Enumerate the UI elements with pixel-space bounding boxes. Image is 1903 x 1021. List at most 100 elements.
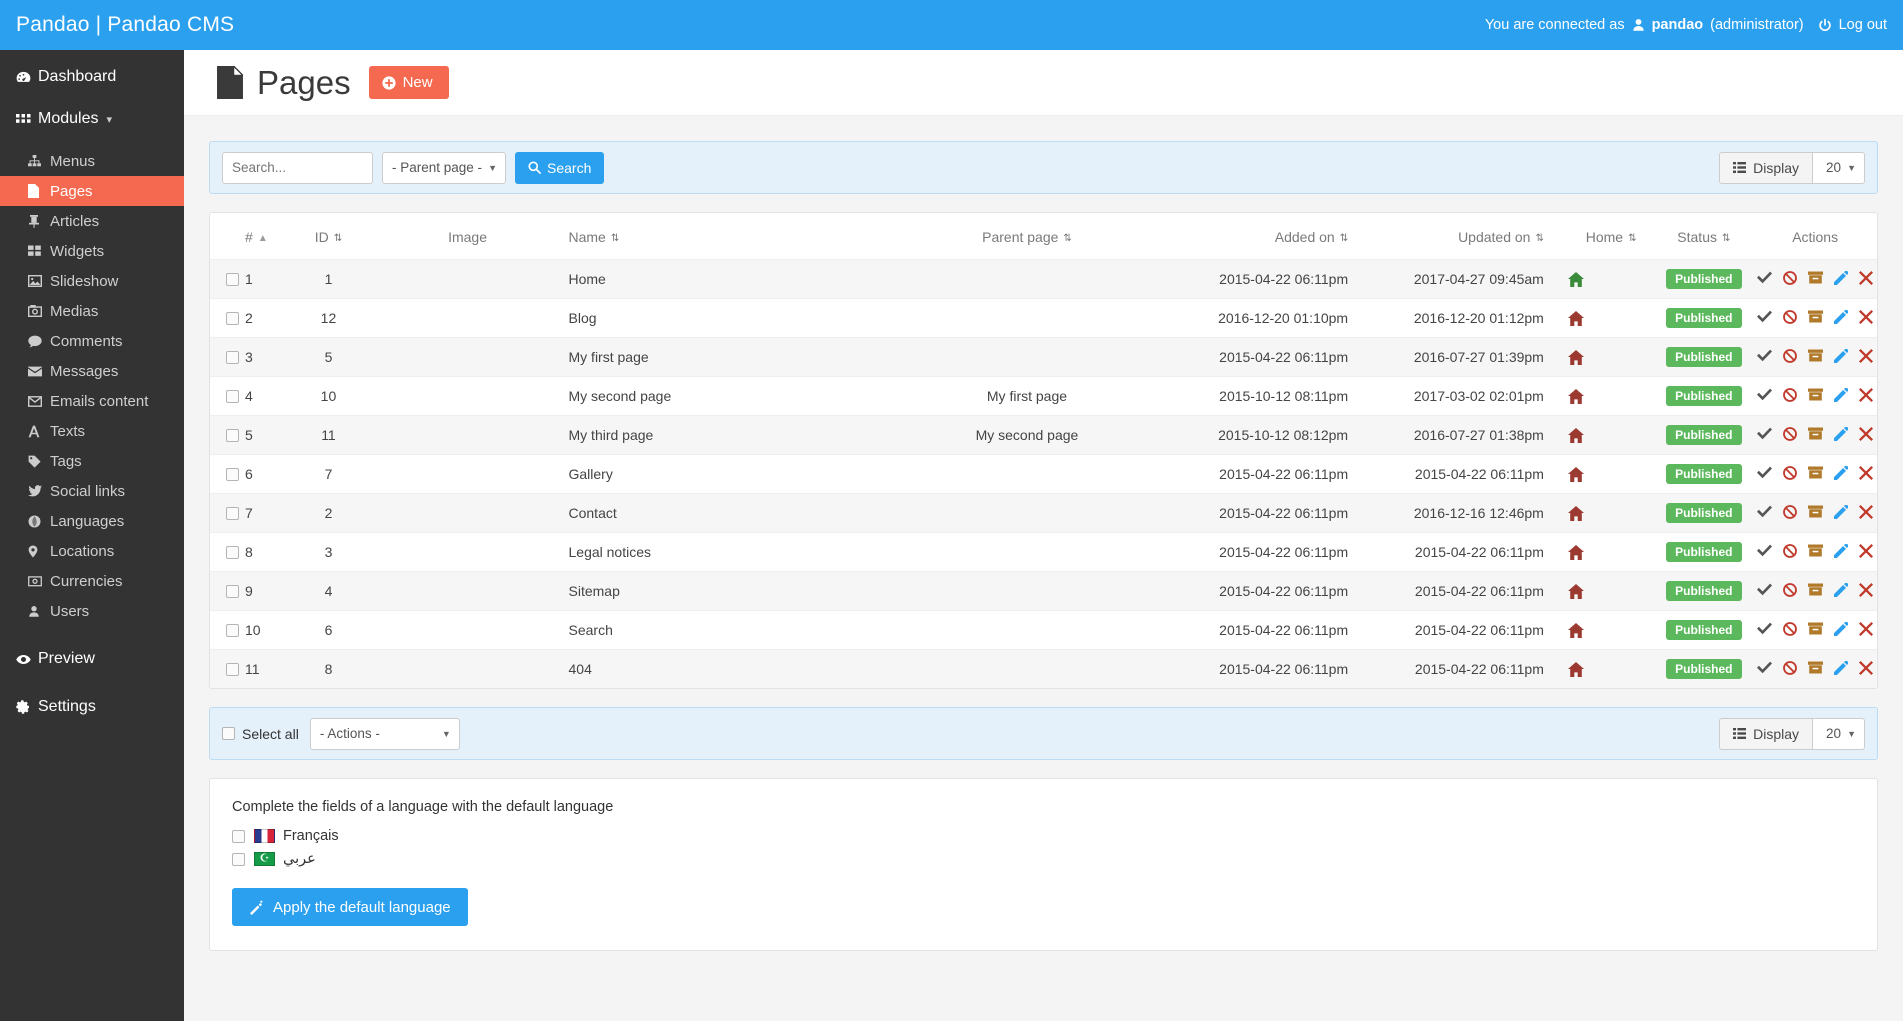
col-home[interactable]: Home ⇅ xyxy=(1568,213,1655,260)
row-home-cell[interactable] xyxy=(1567,649,1655,688)
row-checkbox[interactable] xyxy=(226,351,240,364)
pencil-icon[interactable] xyxy=(1834,621,1849,636)
pencil-icon[interactable] xyxy=(1834,348,1849,363)
row-name[interactable]: Gallery xyxy=(568,454,878,494)
ban-icon[interactable] xyxy=(1783,387,1798,402)
col-number[interactable]: # ▲ xyxy=(245,213,290,260)
table-row[interactable]: 7 2 Contact 2015-04-22 06:11pm 2016-12-16 12… xyxy=(210,493,1877,533)
row-checkbox[interactable] xyxy=(226,507,240,520)
delete-icon[interactable] xyxy=(1859,621,1874,636)
row-checkbox-cell[interactable] xyxy=(210,571,246,611)
sidebar-item-emails-content[interactable]: Emails content xyxy=(0,386,184,416)
home-icon[interactable] xyxy=(1567,466,1655,482)
check-icon[interactable] xyxy=(1757,349,1773,362)
search-button[interactable]: Search xyxy=(515,151,605,184)
table-row[interactable]: 8 3 Legal notices 2015-04-22 06:11pm 2015-04… xyxy=(210,532,1877,572)
delete-icon[interactable] xyxy=(1859,543,1874,558)
row-checkbox-cell[interactable] xyxy=(210,649,246,688)
home-icon[interactable] xyxy=(1567,661,1655,677)
sidebar-item-preview[interactable]: Preview xyxy=(0,644,184,674)
col-id[interactable]: ID ⇅ xyxy=(290,213,366,260)
pencil-icon[interactable] xyxy=(1834,543,1849,558)
parent-page-select[interactable]: - Parent page - ▼ xyxy=(382,151,506,184)
archive-icon[interactable] xyxy=(1808,310,1824,323)
ban-icon[interactable] xyxy=(1783,543,1798,558)
row-checkbox-cell[interactable] xyxy=(210,493,246,533)
pencil-icon[interactable] xyxy=(1834,582,1849,597)
ban-icon[interactable] xyxy=(1783,465,1798,480)
display-count-select[interactable]: 20 ▼ xyxy=(1812,151,1865,184)
home-icon[interactable] xyxy=(1567,388,1655,404)
table-row[interactable]: 2 12 Blog 2016-12-20 01:10pm 2016-12-20 01:1… xyxy=(210,298,1877,338)
ban-icon[interactable] xyxy=(1783,426,1798,441)
ban-icon[interactable] xyxy=(1783,504,1798,519)
delete-icon[interactable] xyxy=(1859,309,1874,324)
pencil-icon[interactable] xyxy=(1834,504,1849,519)
sidebar-item-widgets[interactable]: Widgets xyxy=(0,236,184,266)
col-parent-page[interactable]: Parent page ⇅ xyxy=(878,213,1177,260)
sidebar-item-tags[interactable]: Tags xyxy=(0,446,184,476)
language-checkbox[interactable] xyxy=(232,829,245,843)
ban-icon[interactable] xyxy=(1783,270,1798,285)
row-home-cell[interactable] xyxy=(1567,298,1655,338)
archive-icon[interactable] xyxy=(1808,427,1824,440)
check-icon[interactable] xyxy=(1757,661,1773,674)
sidebar-item-pages[interactable]: Pages xyxy=(0,176,184,206)
archive-icon[interactable] xyxy=(1808,661,1824,674)
sidebar-item-modules[interactable]: Modules ▾ xyxy=(0,104,184,134)
row-name[interactable]: Legal notices xyxy=(568,532,878,572)
check-icon[interactable] xyxy=(1757,622,1773,635)
sidebar-item-articles[interactable]: Articles xyxy=(0,206,184,236)
pencil-icon[interactable] xyxy=(1834,387,1849,402)
home-icon-active[interactable] xyxy=(1567,271,1655,287)
sidebar-item-medias[interactable]: Medias xyxy=(0,296,184,326)
username[interactable]: pandao xyxy=(1652,17,1704,33)
archive-icon[interactable] xyxy=(1808,583,1824,596)
archive-icon[interactable] xyxy=(1808,349,1824,362)
row-name[interactable]: Contact xyxy=(568,493,878,533)
row-home-cell[interactable] xyxy=(1567,532,1655,572)
check-icon[interactable] xyxy=(1757,505,1773,518)
sidebar-item-languages[interactable]: Languages xyxy=(0,506,184,536)
check-icon[interactable] xyxy=(1757,271,1773,284)
row-home-cell[interactable] xyxy=(1567,415,1655,455)
check-icon[interactable] xyxy=(1757,310,1773,323)
row-name[interactable]: My first page xyxy=(568,337,878,377)
col-status[interactable]: Status ⇅ xyxy=(1654,213,1753,260)
row-home-cell[interactable] xyxy=(1567,454,1655,494)
actions-select[interactable]: - Actions - ▼ xyxy=(309,717,460,750)
row-checkbox[interactable] xyxy=(226,390,240,403)
row-checkbox[interactable] xyxy=(226,468,240,481)
apply-default-language-button[interactable]: Apply the default language xyxy=(232,888,468,926)
row-checkbox[interactable] xyxy=(226,546,240,559)
language-checkbox[interactable] xyxy=(232,852,245,866)
row-checkbox[interactable] xyxy=(226,585,240,598)
display-button[interactable]: Display xyxy=(1719,151,1812,184)
row-name[interactable]: Sitemap xyxy=(568,571,878,611)
home-icon[interactable] xyxy=(1567,349,1655,365)
row-name[interactable]: Blog xyxy=(568,298,878,338)
display-button[interactable]: Display xyxy=(1719,717,1812,750)
ban-icon[interactable] xyxy=(1783,582,1798,597)
logout-link[interactable]: Log out xyxy=(1839,17,1887,33)
row-home-cell[interactable] xyxy=(1567,610,1655,650)
archive-icon[interactable] xyxy=(1808,388,1824,401)
row-checkbox[interactable] xyxy=(226,429,240,442)
sidebar-item-messages[interactable]: Messages xyxy=(0,356,184,386)
delete-icon[interactable] xyxy=(1859,270,1874,285)
delete-icon[interactable] xyxy=(1859,465,1874,480)
row-checkbox-cell[interactable] xyxy=(210,337,246,377)
sidebar-item-slideshow[interactable]: Slideshow xyxy=(0,266,184,296)
pencil-icon[interactable] xyxy=(1834,270,1849,285)
new-button[interactable]: New xyxy=(368,66,449,99)
display-count-select[interactable]: 20 ▼ xyxy=(1812,717,1865,750)
home-icon[interactable] xyxy=(1567,310,1655,326)
ban-icon[interactable] xyxy=(1783,309,1798,324)
language-row-arabic[interactable]: عربي xyxy=(232,851,1855,867)
select-all-toggle[interactable]: Select all xyxy=(222,726,299,742)
archive-icon[interactable] xyxy=(1808,271,1824,284)
table-row[interactable]: 1 1 Home 2015-04-22 06:11pm 2017-04-27 09:45… xyxy=(210,259,1877,299)
delete-icon[interactable] xyxy=(1859,348,1874,363)
row-home-cell[interactable] xyxy=(1567,493,1655,533)
archive-icon[interactable] xyxy=(1808,544,1824,557)
